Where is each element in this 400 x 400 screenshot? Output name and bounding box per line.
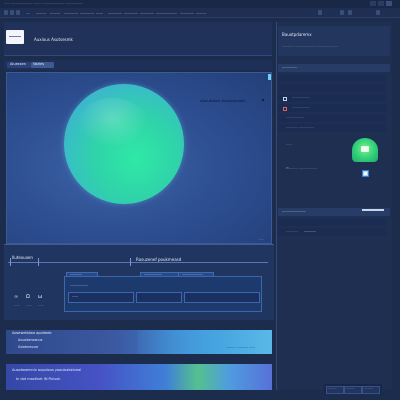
inspector-subtitle: ———— ——————— ——————— (282, 44, 338, 48)
window-title: —— ——————— ——— ——————— —————— (4, 1, 83, 5)
properties-title: Rasuzenef poukmeasd (136, 257, 182, 262)
row-label: Pr——— —————— (286, 166, 317, 170)
menu-item[interactable]: ———— (140, 11, 154, 15)
row-label: —————— (292, 105, 310, 109)
share-icon[interactable] (340, 10, 344, 15)
control-glyph[interactable]: ∞ (14, 295, 18, 300)
menu-item[interactable]: —— (96, 11, 103, 15)
search-icon[interactable] (318, 10, 322, 15)
maximize-button[interactable] (378, 1, 384, 6)
inspector-title: Bauotpdaremx (282, 32, 312, 37)
menu-item[interactable]: —————— (156, 11, 177, 15)
menu-item[interactable]: ———— (180, 11, 194, 15)
sphere-highlight (78, 98, 148, 148)
tab-label[interactable]: Vazies (33, 62, 44, 67)
row-label: ———— (286, 229, 298, 233)
footer-button-label: ——— (346, 386, 355, 390)
document-icon[interactable] (6, 30, 24, 44)
row-value: ———— (304, 229, 316, 233)
menu-item[interactable]: — (26, 11, 30, 15)
tab-label[interactable]: Aluexsen (10, 62, 26, 67)
notification-line: In dot mastlnet IN Poluuh (16, 377, 61, 381)
field-label: —————— (70, 283, 88, 287)
app-title: Auxious Asutsesmk (34, 37, 73, 42)
menu-item[interactable]: ——— (196, 11, 207, 15)
cube-icon[interactable] (362, 170, 369, 177)
control-value: —— (26, 303, 32, 307)
menu-item[interactable]: ———— (80, 11, 94, 15)
inspector-header (278, 26, 390, 56)
notification-line: Ausotoxemnix aupolous yoouloxbeiveal (12, 368, 82, 372)
inspector-row[interactable] (278, 218, 386, 226)
footer-button-label: ——— (364, 386, 373, 390)
banner-highlight (138, 330, 272, 354)
value-field[interactable] (184, 292, 260, 303)
banner-meta: ——— ———— —— (226, 345, 255, 349)
row-label: —— (286, 142, 292, 146)
undo-icon[interactable] (16, 10, 20, 15)
ruler-tick (38, 258, 39, 266)
minimize-button[interactable] (370, 1, 376, 6)
app-icon[interactable] (4, 10, 8, 15)
canvas-status: —— (258, 237, 264, 241)
inspector-row[interactable] (278, 84, 386, 92)
row-label: —————— (286, 115, 304, 119)
menu-item[interactable]: ———— (64, 11, 78, 15)
inspector-row[interactable] (278, 74, 386, 82)
timeline-ruler[interactable] (8, 262, 268, 263)
ruler-tick (10, 258, 11, 266)
color-swatch[interactable] (283, 97, 287, 101)
menu-item[interactable]: ———— (124, 11, 138, 15)
properties-label: Ilutexuxen (12, 255, 33, 260)
banner-line: Ausoleeneanux (18, 338, 43, 342)
control-value: —— (38, 303, 44, 307)
control-glyph[interactable]: ω (38, 295, 42, 300)
value-field[interactable] (136, 292, 182, 303)
footer-button-label: ——— (328, 386, 337, 390)
color-swatch[interactable] (283, 107, 287, 111)
settings-icon[interactable] (348, 10, 352, 15)
field-value: —— (72, 294, 78, 298)
anchor-icon[interactable] (262, 99, 264, 101)
control-value: —— (14, 303, 20, 307)
menu-item[interactable]: ———— (108, 11, 122, 15)
close-button[interactable] (386, 1, 392, 6)
slider-track[interactable] (362, 209, 384, 211)
canvas-caption: Abauksten Ausktsemeis (200, 98, 246, 103)
banner-line: Sulotmeusre (18, 345, 39, 349)
section-label: ———————— (282, 209, 306, 213)
material-preview-core (361, 146, 369, 152)
ruler-tick (130, 258, 131, 266)
row-label: —————— (292, 95, 310, 99)
account-icon[interactable] (376, 10, 380, 15)
menu-item[interactable]: ——— (50, 11, 61, 15)
save-icon[interactable] (10, 10, 14, 15)
control-glyph[interactable]: Ω (26, 295, 30, 300)
section-label: ————— (282, 65, 297, 69)
pin-icon[interactable] (268, 74, 271, 80)
banner-title: Aosewetstwo apolteeb (12, 331, 52, 335)
menu-item[interactable]: ——— (36, 11, 47, 15)
row-label: ———— ————— (286, 125, 314, 129)
